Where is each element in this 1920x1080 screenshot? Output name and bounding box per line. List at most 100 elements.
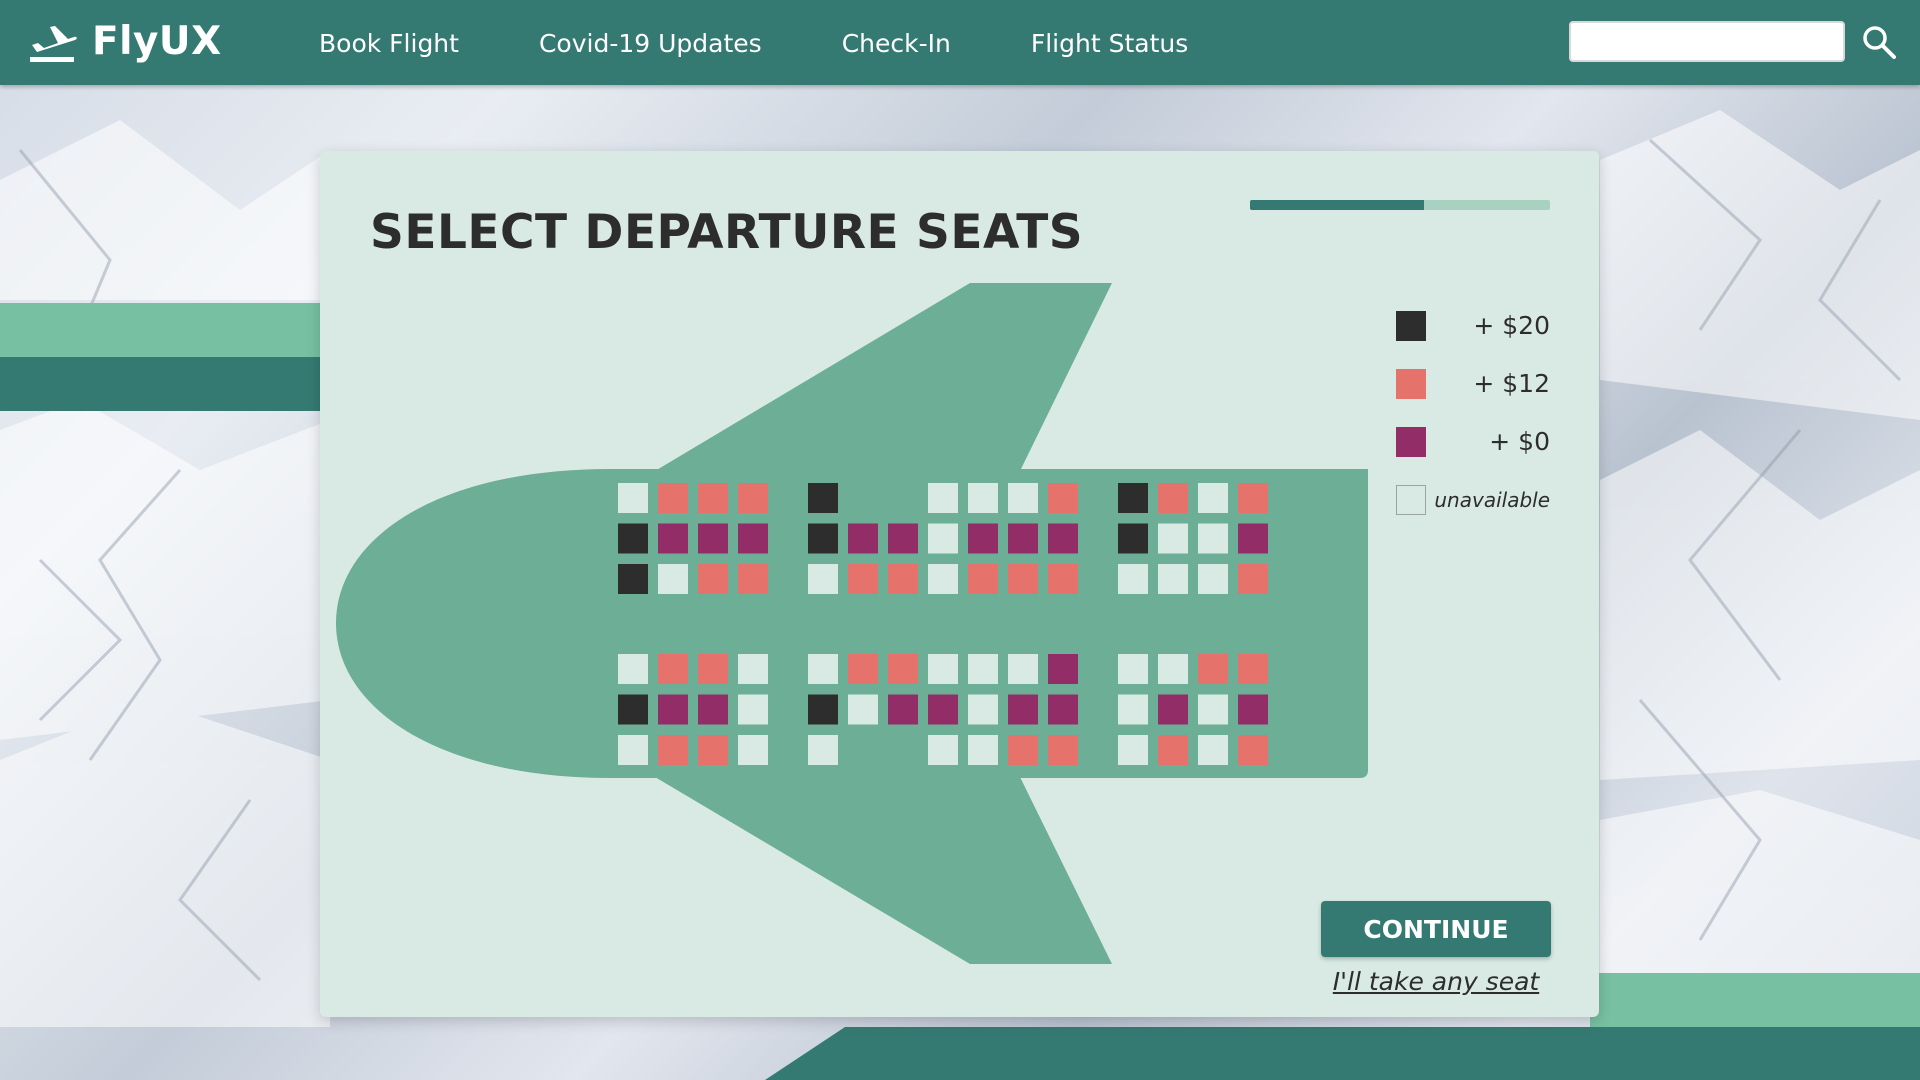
seat-unavailable [1198,694,1228,725]
seat-unavailable [1198,564,1228,594]
seat-standard[interactable] [738,523,768,554]
seat-standard[interactable] [1048,523,1078,554]
seat-unavailable [738,654,768,684]
seat-preferred[interactable] [888,654,918,684]
seat-unavailable [618,735,648,765]
seat-unavailable [1118,735,1148,765]
seat-unavailable [928,483,958,513]
seat-unavailable [848,694,878,725]
seat-unavailable [1198,483,1228,513]
legend-swatch-standard [1396,427,1426,457]
seat-unavailable [738,735,768,765]
seat-preferred[interactable] [1158,483,1188,513]
continue-button[interactable]: CONTINUE [1321,901,1551,957]
decor-stripe-dark-bottom [765,1027,1920,1080]
legend-label: + $20 [1473,311,1550,340]
legend-label: + $12 [1473,369,1550,398]
seat-preferred[interactable] [1008,564,1038,594]
seat-preferred[interactable] [698,735,728,765]
seat-unavailable [1158,564,1188,594]
seat-unavailable [808,564,838,594]
search-input[interactable] [1569,21,1845,62]
seat-premium[interactable] [618,564,648,594]
seat-preferred[interactable] [848,564,878,594]
search-icon[interactable] [1861,24,1897,60]
seat-premium[interactable] [1118,483,1148,513]
seat-preferred[interactable] [738,564,768,594]
seat-unavailable [618,654,648,684]
price-legend: + $20 + $12 + $0 unavailable [1396,311,1550,543]
seat-standard[interactable] [1048,654,1078,684]
seat-standard[interactable] [1238,523,1268,554]
seat-preferred[interactable] [658,654,688,684]
seat-standard[interactable] [888,523,918,554]
seat-preferred[interactable] [1048,564,1078,594]
seat-map [336,283,1368,964]
nav-flight-status[interactable]: Flight Status [1031,24,1188,64]
seat-preferred[interactable] [1008,735,1038,765]
seat-preferred[interactable] [888,564,918,594]
seat-standard[interactable] [658,523,688,554]
seat-unavailable [928,735,958,765]
plane-wing-lower [655,777,1112,964]
seat-standard[interactable] [658,694,688,725]
seat-premium[interactable] [1118,523,1148,554]
seat-preferred[interactable] [658,735,688,765]
seat-standard[interactable] [1008,694,1038,725]
seat-premium[interactable] [808,523,838,554]
seat-unavailable [808,735,838,765]
legend-swatch-premium [1396,311,1426,341]
airplane-takeoff-icon [30,26,77,62]
seat-preferred[interactable] [968,564,998,594]
nav-book-flight[interactable]: Book Flight [319,24,459,64]
seat-standard[interactable] [1008,523,1038,554]
seat-preferred[interactable] [1048,483,1078,513]
legend-label: unavailable [1434,488,1550,512]
legend-label: + $0 [1489,427,1550,456]
seat-standard[interactable] [698,694,728,725]
seat-premium[interactable] [808,694,838,725]
seat-standard[interactable] [888,694,918,725]
seat-preferred[interactable] [1238,564,1268,594]
seat-preferred[interactable] [698,654,728,684]
seat-standard[interactable] [1158,694,1188,725]
legend-item: + $20 [1396,311,1550,369]
seat-preferred[interactable] [738,483,768,513]
seat-unavailable [928,654,958,684]
seat-unavailable [618,483,648,513]
seat-unavailable [738,694,768,725]
seat-standard[interactable] [1048,694,1078,725]
seat-preferred[interactable] [658,483,688,513]
seat-standard[interactable] [1238,694,1268,725]
seat-standard[interactable] [928,694,958,725]
seat-preferred[interactable] [1048,735,1078,765]
seat-preferred[interactable] [698,564,728,594]
any-seat-link[interactable]: I'll take any seat [1321,967,1551,996]
seat-preferred[interactable] [848,654,878,684]
seat-premium[interactable] [618,694,648,725]
seat-preferred[interactable] [1198,654,1228,684]
seat-standard[interactable] [968,523,998,554]
seat-preferred[interactable] [1158,735,1188,765]
seat-unavailable [1118,564,1148,594]
nav-check-in[interactable]: Check-In [842,24,951,64]
legend-swatch-unavailable [1396,485,1426,515]
seat-selection-card: SELECT DEPARTURE SEATS + $20 + $12 + $0 … [320,151,1599,1017]
seat-unavailable [968,694,998,725]
seat-premium[interactable] [808,483,838,513]
seat-unavailable [968,483,998,513]
seat-standard[interactable] [848,523,878,554]
seat-preferred[interactable] [698,483,728,513]
seat-premium[interactable] [618,523,648,554]
seat-preferred[interactable] [1238,735,1268,765]
seat-preferred[interactable] [1238,654,1268,684]
seat-unavailable [1198,735,1228,765]
nav-covid-updates[interactable]: Covid-19 Updates [539,24,762,64]
seat-standard[interactable] [698,523,728,554]
legend-item: + $12 [1396,369,1550,427]
legend-swatch-preferred [1396,369,1426,399]
brand-name: FlyUX [92,19,222,64]
seat-preferred[interactable] [1238,483,1268,513]
brand-logo[interactable]: FlyUX [28,18,222,66]
decor-stripe-light-right [1590,973,1920,1027]
